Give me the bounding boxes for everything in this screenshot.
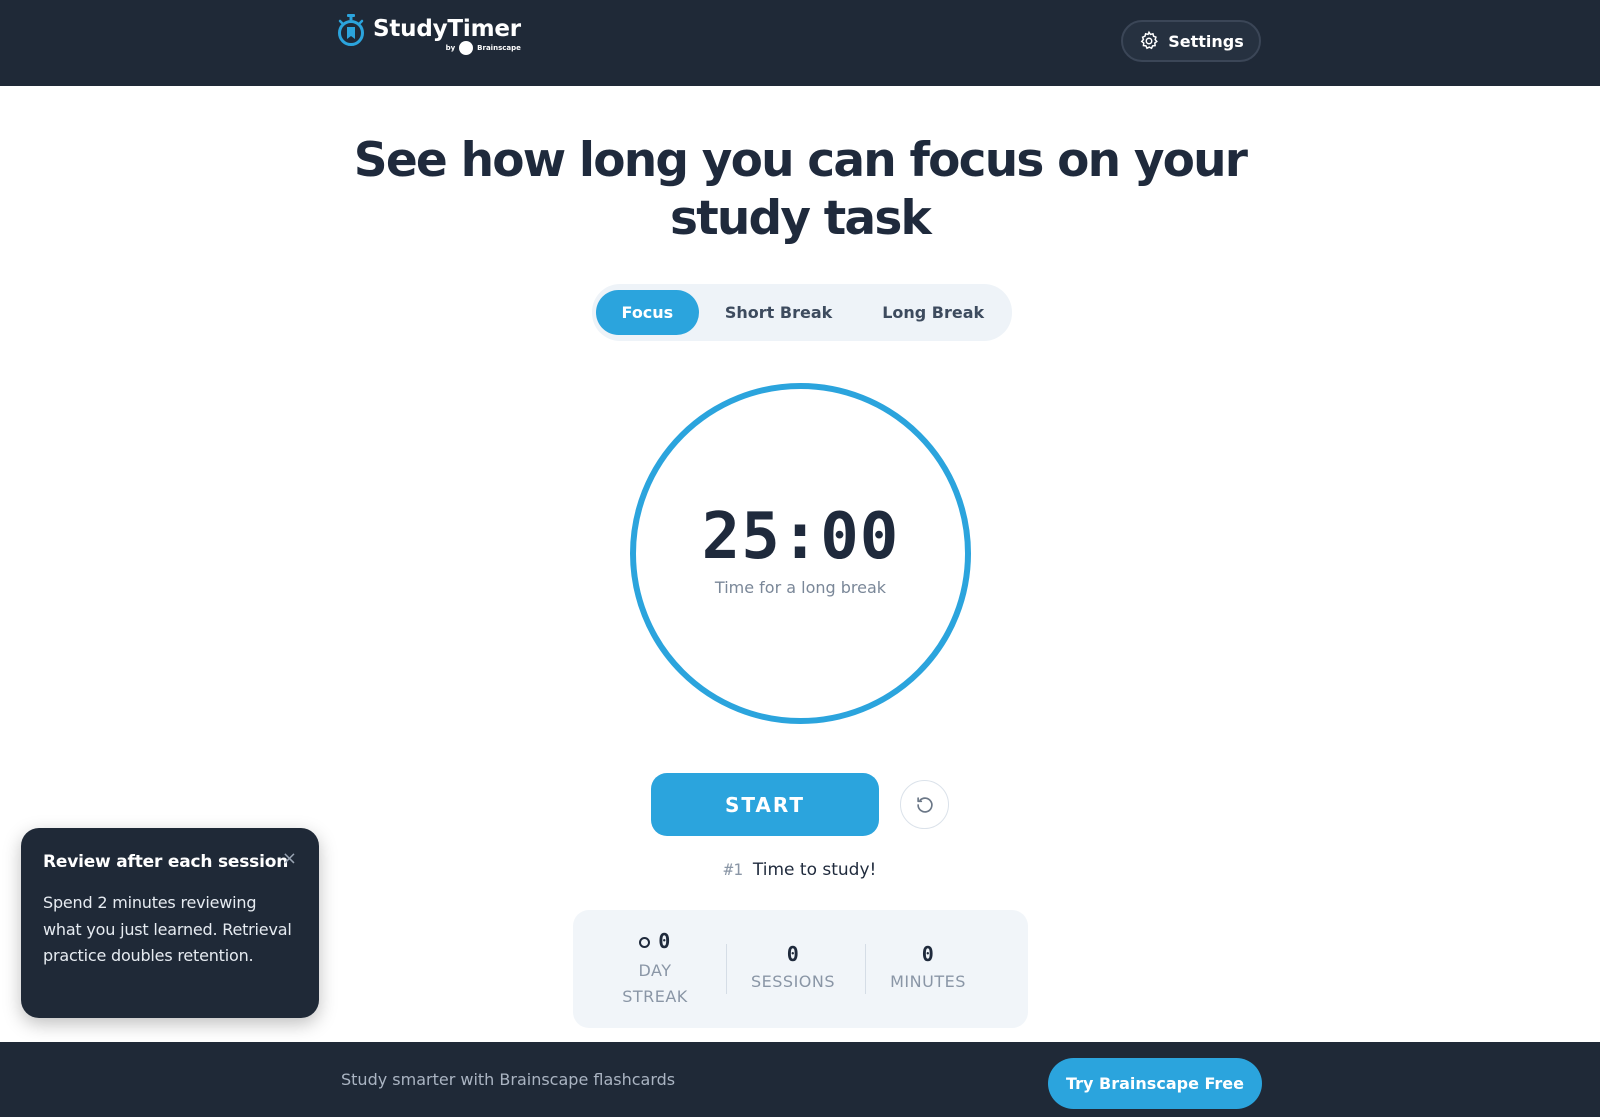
settings-button[interactable]: Settings [1121, 20, 1261, 62]
timer-display: 25:00 [701, 500, 900, 574]
stats-divider [865, 944, 866, 994]
close-icon[interactable]: × [282, 848, 297, 869]
reset-button[interactable] [900, 780, 949, 829]
stat-sessions: 0 SESSIONS [743, 942, 843, 991]
top-navbar: StudyTimer by Brainscape Settings [0, 0, 1600, 86]
mode-tabs: Focus Short Break Long Break [592, 284, 1012, 341]
reset-icon [916, 796, 933, 813]
stats-panel: 0 DAY STREAK 0 SESSIONS 0 MINUTES [573, 910, 1028, 1028]
gear-icon [1140, 30, 1159, 50]
minutes-label: MINUTES [890, 972, 966, 991]
stats-divider [726, 944, 727, 994]
streak-value: 0 [658, 929, 671, 953]
stat-day-streak: 0 DAY STREAK [605, 928, 705, 1010]
streak-icon [639, 937, 651, 948]
session-message: Time to study! [752, 860, 877, 880]
studytimer-logo[interactable]: StudyTimer by Brainscape [337, 14, 521, 55]
streak-label-day: DAY [638, 961, 672, 980]
session-number: #1 [723, 860, 743, 879]
minutes-value: 0 [921, 942, 935, 966]
footer-text: Study smarter with Brainscape flashcards [341, 1070, 676, 1089]
try-brainscape-button[interactable]: Try Brainscape Free [1048, 1058, 1262, 1109]
page-headline: See how long you can focus on your study… [353, 133, 1248, 246]
logo-by: by [445, 44, 456, 52]
toast-body: Spend 2 minutes reviewing what you just … [43, 893, 292, 965]
session-status: #1 Time to study! [600, 860, 1000, 880]
footer-bar: Study smarter with Brainscape flashcards… [0, 1042, 1600, 1117]
streak-label-streak: STREAK [622, 987, 688, 1006]
logo-brand: Brainscape [477, 44, 521, 52]
sessions-value: 0 [786, 942, 800, 966]
brainscape-icon [459, 41, 474, 55]
tab-long-break[interactable]: Long Break [858, 290, 1008, 335]
start-button[interactable]: START [651, 773, 879, 836]
tab-focus[interactable]: Focus [596, 290, 699, 335]
stopwatch-icon [338, 14, 364, 46]
tip-toast: Review after each session × Spend 2 minu… [21, 828, 319, 1018]
toast-title: Review after each session [43, 852, 289, 872]
sessions-label: SESSIONS [750, 972, 835, 991]
settings-label: Settings [1168, 31, 1244, 51]
tab-short-break[interactable]: Short Break [699, 290, 859, 335]
timer-label: Time for a long break [714, 578, 887, 597]
stat-minutes: 0 MINUTES [878, 942, 978, 991]
logo-title: StudyTimer [373, 16, 521, 42]
